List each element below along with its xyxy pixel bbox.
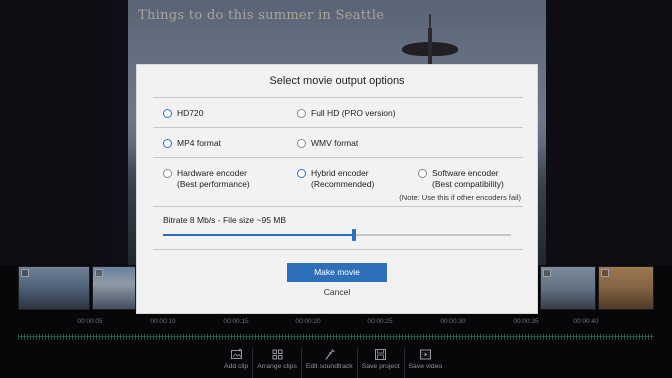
output-options-dialog: Select movie output options HD720 Full H…	[136, 64, 538, 314]
radio-mp4[interactable]: MP4 format	[163, 138, 221, 149]
divider	[153, 97, 523, 98]
divider	[153, 249, 523, 250]
radio-unselected-icon	[418, 169, 427, 178]
radio-sublabel: (Recommended)	[311, 179, 375, 189]
radio-sublabel: (Best compatibility)	[432, 179, 504, 189]
dialog-title: Select movie output options	[269, 75, 405, 87]
divider	[153, 206, 523, 207]
radio-sublabel: (Best performance)	[177, 179, 250, 189]
radio-unselected-icon	[297, 139, 306, 148]
make-movie-button[interactable]: Make movie	[287, 263, 387, 282]
radio-label: WMV format	[311, 138, 359, 148]
radio-hybrid-encoder[interactable]: Hybrid encoder (Recommended)	[297, 168, 374, 190]
slider-thumb[interactable]	[352, 229, 357, 241]
bitrate-slider[interactable]	[163, 229, 511, 241]
radio-label: Full HD (PRO version)	[311, 108, 396, 118]
radio-label: HD720	[177, 108, 204, 118]
cancel-button[interactable]: Cancel	[287, 287, 387, 297]
radio-unselected-icon	[297, 109, 306, 118]
divider	[153, 157, 523, 158]
radio-selected-icon	[297, 169, 306, 178]
divider	[153, 127, 523, 128]
radio-selected-icon	[163, 139, 172, 148]
radio-label: MP4 format	[177, 138, 221, 148]
radio-label: Software encoder	[432, 168, 499, 178]
bitrate-label: Bitrate 8 Mb/s - File size ~95 MB	[163, 215, 287, 225]
radio-selected-icon	[163, 109, 172, 118]
app-window: Things to do this summer in Seattle 00:0…	[0, 0, 672, 378]
radio-label: Hybrid encoder	[311, 168, 369, 178]
slider-fill	[163, 234, 355, 236]
radio-hardware-encoder[interactable]: Hardware encoder (Best performance)	[163, 168, 250, 190]
radio-wmv[interactable]: WMV format	[297, 138, 358, 149]
radio-hd720[interactable]: HD720	[163, 108, 203, 119]
radio-unselected-icon	[163, 169, 172, 178]
radio-software-encoder[interactable]: Software encoder (Best compatibility)	[418, 168, 504, 190]
encoder-note: (Note: Use this if other encoders fail)	[399, 193, 521, 202]
radio-label: Hardware encoder	[177, 168, 247, 178]
radio-full-hd[interactable]: Full HD (PRO version)	[297, 108, 396, 119]
